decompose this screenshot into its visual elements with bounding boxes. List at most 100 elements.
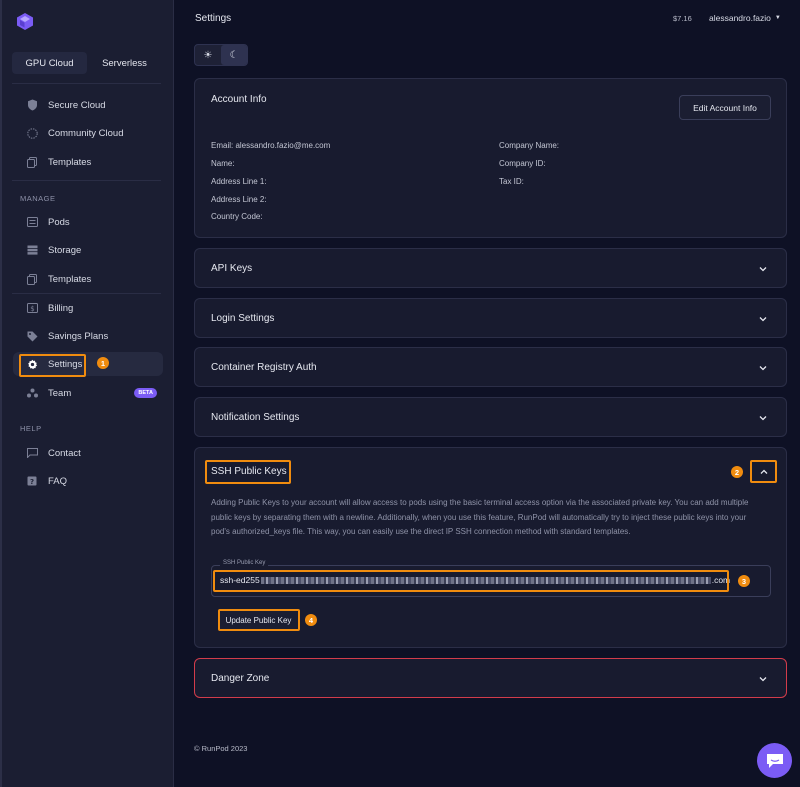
sidebar-item-label: Community Cloud xyxy=(48,127,124,139)
sidebar-item-label: Savings Plans xyxy=(48,330,109,342)
dark-mode-button[interactable]: ☾ xyxy=(221,45,247,65)
cloud-type-tabs: GPU Cloud Serverless xyxy=(12,52,162,74)
divider xyxy=(12,83,161,84)
divider xyxy=(12,180,161,181)
support-chat-button[interactable] xyxy=(757,743,792,778)
chevron-down-icon xyxy=(759,416,767,421)
shield-icon xyxy=(25,98,39,112)
svg-text:$: $ xyxy=(30,305,34,313)
highlight-ssh-title xyxy=(205,460,291,484)
name-field: Name: xyxy=(211,159,235,168)
annotation-badge-4: 4 xyxy=(305,614,317,626)
sidebar-item-label: Pods xyxy=(48,216,70,228)
ssh-public-keys-section: SSH Public Keys 2 Adding Public Keys to … xyxy=(194,447,787,648)
sidebar-item-label: Templates xyxy=(48,156,92,168)
section-title: Container Registry Auth xyxy=(211,362,317,373)
copy-icon xyxy=(25,155,39,169)
footer-copyright: © RunPod 2023 xyxy=(194,744,248,753)
sidebar-item-label: FAQ xyxy=(48,475,68,487)
sidebar: GPU Cloud Serverless Secure Cloud Commun… xyxy=(0,0,174,787)
section-title: Login Settings xyxy=(211,313,275,324)
section-label-help: HELP xyxy=(20,424,42,433)
main-content: Settings $7.16 alessandro.fazio ▼ ☀ ☾ Ac… xyxy=(175,0,800,787)
address-line-1-field: Address Line 1: xyxy=(211,177,267,186)
sidebar-item-contact[interactable]: Contact xyxy=(18,441,164,465)
team-icon xyxy=(25,386,39,400)
sidebar-item-billing[interactable]: $ Billing xyxy=(18,296,164,320)
dollar-icon: $ xyxy=(25,301,39,315)
list-icon xyxy=(25,215,39,229)
page-title: Settings xyxy=(195,13,232,24)
annotation-badge-2: 2 xyxy=(731,466,743,478)
api-keys-section[interactable]: API Keys xyxy=(194,248,787,288)
sun-icon: ☀ xyxy=(203,49,213,61)
collapse-button[interactable] xyxy=(750,460,777,483)
sidebar-item-label: Storage xyxy=(48,244,82,256)
tab-serverless[interactable]: Serverless xyxy=(87,52,162,74)
tab-gpu-cloud[interactable]: GPU Cloud xyxy=(12,52,87,74)
database-icon xyxy=(25,243,39,257)
chat-bubble-icon xyxy=(766,753,783,768)
copy-icon xyxy=(25,272,39,286)
section-label-manage: MANAGE xyxy=(20,194,56,203)
login-settings-section[interactable]: Login Settings xyxy=(194,298,787,338)
tax-id-field: Tax ID: xyxy=(499,177,524,186)
runpod-logo-icon[interactable] xyxy=(17,13,33,30)
user-name: alessandro.fazio xyxy=(709,13,771,23)
company-id-field: Company ID: xyxy=(499,159,546,168)
address-line-2-field: Address Line 2: xyxy=(211,195,267,204)
tab-label: GPU Cloud xyxy=(25,57,74,69)
tag-icon xyxy=(25,329,39,343)
question-icon: ? xyxy=(25,474,39,488)
sidebar-item-label: Team xyxy=(48,387,72,399)
sidebar-edge xyxy=(0,0,2,787)
chat-icon xyxy=(25,446,39,460)
section-title: Notification Settings xyxy=(211,412,300,423)
user-menu[interactable]: alessandro.fazio ▼ xyxy=(709,13,781,23)
email-field: Email: alessandro.fazio@me.com xyxy=(211,141,331,150)
sidebar-item-secure-cloud[interactable]: Secure Cloud xyxy=(18,93,164,117)
beta-badge: BETA xyxy=(134,388,157,398)
sidebar-item-label: Secure Cloud xyxy=(48,99,106,111)
annotation-badge-1: 1 xyxy=(97,357,109,369)
container-registry-auth-section[interactable]: Container Registry Auth xyxy=(194,347,787,387)
country-code-field: Country Code: xyxy=(211,212,263,221)
sidebar-item-storage[interactable]: Storage xyxy=(18,238,164,262)
sidebar-item-team[interactable]: Team BETA xyxy=(18,381,164,405)
edit-account-info-button[interactable]: Edit Account Info xyxy=(679,95,771,120)
highlight-update-button xyxy=(218,609,300,631)
highlight-ssh-input xyxy=(213,570,729,592)
svg-text:?: ? xyxy=(30,478,34,486)
sidebar-item-templates[interactable]: Templates xyxy=(18,150,164,174)
company-name-field: Company Name: xyxy=(499,141,560,150)
sidebar-item-pods[interactable]: Pods xyxy=(18,210,164,234)
notification-settings-section[interactable]: Notification Settings xyxy=(194,397,787,437)
sidebar-item-label: Billing xyxy=(48,302,74,314)
account-info-card: Account Info Edit Account Info Email: al… xyxy=(194,78,787,238)
sidebar-item-templates-manage[interactable]: Templates xyxy=(18,267,164,291)
sidebar-item-label: Templates xyxy=(48,273,92,285)
caret-down-icon: ▼ xyxy=(774,15,781,21)
danger-zone-section[interactable]: Danger Zone xyxy=(194,658,787,698)
ssh-description: Adding Public Keys to your account will … xyxy=(211,498,749,536)
tab-label: Serverless xyxy=(102,57,147,69)
balance-display: $7.16 xyxy=(673,14,692,23)
theme-toggle: ☀ ☾ xyxy=(194,44,248,66)
globe-icon xyxy=(25,126,39,140)
sidebar-item-savings-plans[interactable]: Savings Plans xyxy=(18,324,164,348)
sidebar-item-label: Contact xyxy=(48,447,81,459)
danger-zone-title: Danger Zone xyxy=(211,673,270,684)
section-title: API Keys xyxy=(211,263,253,274)
moon-icon: ☾ xyxy=(229,49,239,61)
highlight-settings xyxy=(19,354,86,377)
divider xyxy=(12,293,161,294)
account-info-title: Account Info xyxy=(211,94,267,105)
sidebar-item-community-cloud[interactable]: Community Cloud xyxy=(18,121,164,145)
chevron-down-icon xyxy=(759,267,767,272)
chevron-up-icon xyxy=(760,469,768,474)
annotation-badge-3: 3 xyxy=(738,575,750,587)
light-mode-button[interactable]: ☀ xyxy=(195,45,221,65)
chevron-down-icon xyxy=(759,366,767,371)
sidebar-item-faq[interactable]: ? FAQ xyxy=(18,469,164,493)
ssh-field-label: SSH Public Key xyxy=(220,560,269,566)
